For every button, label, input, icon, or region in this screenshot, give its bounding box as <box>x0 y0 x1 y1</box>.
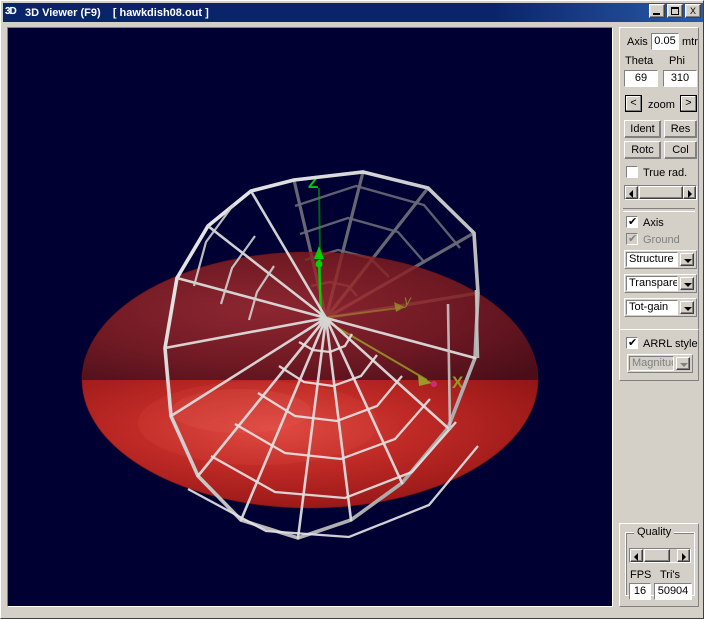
axis-checkbox[interactable]: ✔ <box>626 216 638 228</box>
quality-slider-right-arrow-icon[interactable] <box>677 549 690 562</box>
axis-unit-label: mtr <box>682 36 698 48</box>
quality-slider-thumb[interactable] <box>644 549 670 562</box>
totgain-dropdown-value: Tot-gain <box>626 300 678 315</box>
viewport-frame: Z y X <box>7 27 613 607</box>
axis-label: Axis <box>627 36 648 48</box>
slider-left-arrow-icon[interactable] <box>625 186 638 199</box>
maximize-button[interactable] <box>667 4 683 18</box>
ground-checkbox-label: Ground <box>643 234 680 246</box>
res-button[interactable]: Res <box>664 120 697 138</box>
col-button[interactable]: Col <box>664 141 697 159</box>
phi-label: Phi <box>669 55 685 67</box>
structure-dropdown[interactable]: Structure <box>624 250 697 269</box>
zoom-in-button[interactable]: > <box>680 95 697 112</box>
fps-label: FPS <box>630 569 651 581</box>
3d-scene: Z y X <box>8 28 612 606</box>
axis-input[interactable]: 0.05 <box>651 33 679 50</box>
arrl-style-checkbox[interactable]: ✔ <box>626 337 638 349</box>
close-icon: X <box>686 5 700 17</box>
totgain-dropdown[interactable]: Tot-gain <box>624 298 697 317</box>
true-rad-slider[interactable] <box>624 185 697 200</box>
chevron-down-icon <box>676 357 690 370</box>
magnitude-dropdown: Magnitud <box>627 354 693 373</box>
arrl-group: ✔ ARRL style Magnitud <box>619 329 699 381</box>
axis-check-icon: ✔ <box>628 216 637 228</box>
arrl-style-label: ARRL style <box>643 338 698 350</box>
control-panel: Axis 0.05 mtr Theta Phi 69 310 < zoom > … <box>619 27 699 607</box>
chevron-down-icon[interactable] <box>680 253 694 266</box>
structure-dropdown-value: Structure <box>626 252 678 267</box>
3d-viewport[interactable]: Z y X <box>8 28 612 606</box>
true-rad-label: True rad. <box>643 167 687 179</box>
window-controls: X <box>649 4 701 18</box>
view-controls-group: Axis 0.05 mtr Theta Phi 69 310 < zoom > … <box>619 27 699 342</box>
rotc-button[interactable]: Rotc <box>624 141 661 159</box>
zoom-label: zoom <box>648 99 675 111</box>
slider-right-arrow-icon[interactable] <box>683 186 696 199</box>
ident-button[interactable]: Ident <box>624 120 661 138</box>
true-rad-checkbox[interactable] <box>626 166 638 178</box>
zoom-out-button[interactable]: < <box>625 95 642 112</box>
close-button[interactable]: X <box>685 4 701 18</box>
transparency-dropdown[interactable]: Transpare <box>624 274 697 293</box>
viewer-window: 3D 3D Viewer (F9) [ hawkdish08.out ] X <box>0 0 704 619</box>
fps-value: 16 <box>629 583 651 600</box>
axis-label-y: y <box>403 292 412 308</box>
quality-slider[interactable] <box>629 548 691 563</box>
tris-value: 50904 <box>654 583 692 600</box>
ground-checkbox: ✔ <box>626 233 638 245</box>
window-title: 3D Viewer (F9) [ hawkdish08.out ] <box>25 7 209 19</box>
slider-thumb[interactable] <box>639 186 683 199</box>
tris-label: Tri's <box>660 569 680 581</box>
ground-check-icon: ✔ <box>628 233 637 245</box>
panel-divider <box>623 208 695 212</box>
theta-input[interactable]: 69 <box>624 70 658 87</box>
chevron-down-icon[interactable] <box>680 301 694 314</box>
theta-label: Theta <box>625 55 653 67</box>
quality-group: Quality FPS Tri's 16 50904 <box>619 523 699 607</box>
chevron-down-icon[interactable] <box>680 277 694 290</box>
transparency-dropdown-value: Transpare <box>626 276 678 291</box>
title-bar[interactable]: 3D 3D Viewer (F9) [ hawkdish08.out ] X <box>3 3 703 22</box>
quality-slider-left-arrow-icon[interactable] <box>630 549 643 562</box>
quality-label: Quality <box>634 526 674 538</box>
phi-input[interactable]: 310 <box>663 70 697 87</box>
3d-icon: 3D <box>5 5 21 20</box>
magnitude-dropdown-value: Magnitud <box>629 356 674 371</box>
arrl-check-icon: ✔ <box>628 337 637 349</box>
axis-checkbox-label: Axis <box>643 217 664 229</box>
minimize-button[interactable] <box>649 4 665 18</box>
